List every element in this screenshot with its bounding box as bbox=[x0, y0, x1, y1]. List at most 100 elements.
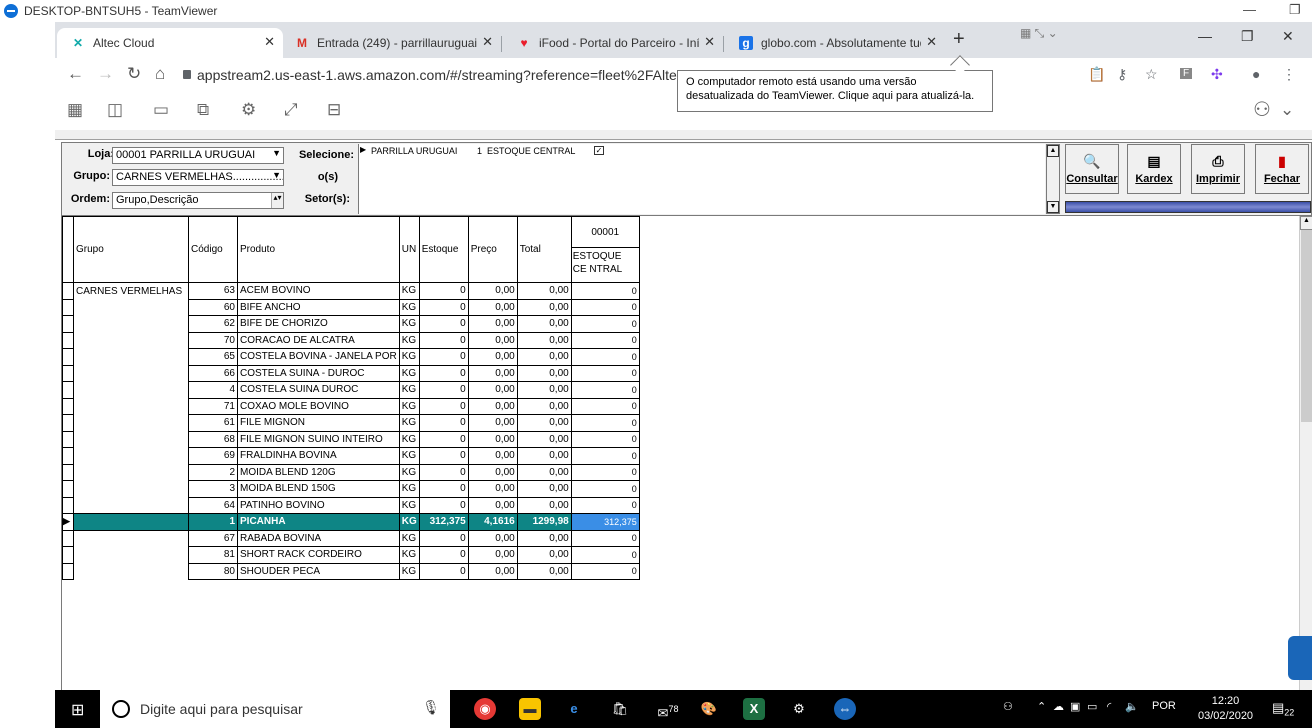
scroll-thumb[interactable] bbox=[1301, 230, 1312, 422]
tab-altec[interactable]: ✕ Altec Cloud ✕ bbox=[57, 28, 283, 58]
teamviewer-taskbar-icon[interactable]: ⇔ bbox=[834, 698, 856, 720]
table-row[interactable]: 4 COSTELA SUINA DUROC KG 0 0,00 0,00 0 bbox=[62, 381, 640, 399]
display-icon[interactable]: ⊟ bbox=[327, 100, 341, 120]
loja-select[interactable]: 00001 PARRILLA URUGUAI ▼ bbox=[112, 147, 284, 164]
row-indicator[interactable] bbox=[62, 480, 74, 498]
table-row[interactable]: 80 SHOUDER PECA KG 0 0,00 0,00 0 bbox=[62, 562, 640, 580]
extension-f-icon[interactable]: F bbox=[1180, 68, 1193, 79]
back-icon[interactable]: ← bbox=[67, 64, 84, 84]
excel-icon[interactable]: X bbox=[743, 698, 765, 720]
close-tab-icon[interactable]: ✕ bbox=[704, 34, 715, 50]
row-indicator[interactable] bbox=[62, 529, 74, 547]
forward-icon[interactable]: → bbox=[97, 64, 114, 84]
table-row[interactable]: 69 FRALDINHA BOVINA KG 0 0,00 0,00 0 bbox=[62, 447, 640, 465]
table-row[interactable]: 60 BIFE ANCHO KG 0 0,00 0,00 0 bbox=[62, 298, 640, 316]
row-indicator[interactable] bbox=[62, 414, 74, 432]
ordem-select[interactable]: Grupo,Descrição ▴▾ bbox=[112, 192, 284, 209]
fechar-button[interactable]: ▮ Fechar bbox=[1255, 144, 1309, 194]
teamviewer-panel-icon[interactable]: ▦ ⤡ ⌄ bbox=[1020, 26, 1058, 41]
row-indicator[interactable] bbox=[62, 331, 74, 349]
close-tab-icon[interactable]: ✕ bbox=[482, 34, 493, 50]
row-indicator[interactable] bbox=[62, 447, 74, 465]
minimize-icon[interactable]: — bbox=[1243, 2, 1256, 17]
windows-start-icon[interactable]: ⊞ bbox=[71, 700, 84, 720]
clipboard-icon[interactable]: 📋 bbox=[1088, 66, 1105, 83]
star-icon[interactable]: ☆ bbox=[1145, 66, 1158, 83]
restore-icon[interactable]: ❐ bbox=[1289, 2, 1301, 18]
antivirus-icon[interactable]: ▣ bbox=[1070, 700, 1080, 713]
profile-icon[interactable]: ● bbox=[1252, 66, 1260, 82]
volume-icon[interactable]: 🔈 bbox=[1125, 700, 1139, 713]
grupo-select[interactable]: CARNES VERMELHAS................... ▼ bbox=[112, 169, 284, 186]
extension-icon[interactable]: ✣ bbox=[1211, 66, 1223, 83]
store-icon[interactable]: 🛍 bbox=[609, 698, 631, 720]
table-row[interactable]: CARNES VERMELHAS 63 ACEM BOVINO KG 0 0,00 0,00… bbox=[62, 282, 640, 300]
windows-icon[interactable]: ◫ bbox=[107, 100, 123, 120]
table-row[interactable]: 3 MOIDA BLEND 150G KG 0 0,00 0,00 0 bbox=[62, 480, 640, 498]
fullscreen-icon[interactable]: ⤢ bbox=[284, 100, 298, 120]
reload-icon[interactable]: ↻ bbox=[127, 64, 141, 84]
taskbar-search[interactable]: Digite aqui para pesquisar 🎙 bbox=[100, 690, 450, 728]
row-indicator[interactable] bbox=[62, 496, 74, 514]
table-row[interactable]: 61 FILE MIGNON KG 0 0,00 0,00 0 bbox=[62, 414, 640, 432]
row-indicator[interactable] bbox=[62, 348, 74, 366]
mail-icon[interactable]: ✉78 bbox=[653, 698, 683, 720]
clipboard-copy-icon[interactable]: ⧉ bbox=[197, 100, 209, 120]
table-row[interactable]: 2 MOIDA BLEND 120G KG 0 0,00 0,00 0 bbox=[62, 463, 640, 481]
table-row[interactable]: 70 CORACAO DE ALCATRA KG 0 0,00 0,00 0 bbox=[62, 331, 640, 349]
file-explorer-icon[interactable]: ▬ bbox=[519, 698, 541, 720]
scroll-up-icon[interactable]: ▲ bbox=[1300, 216, 1312, 230]
close-icon[interactable]: ✕ bbox=[1282, 28, 1294, 45]
table-row[interactable]: 66 COSTELA SUINA - DUROC KG 0 0,00 0,00 0 bbox=[62, 364, 640, 382]
consultar-button[interactable]: 🔍 Consultar bbox=[1065, 144, 1119, 194]
table-row[interactable]: 67 RABADA BOVINA KG 0 0,00 0,00 0 bbox=[62, 529, 640, 547]
table-row[interactable]: 62 BIFE DE CHORIZO KG 0 0,00 0,00 0 bbox=[62, 315, 640, 333]
selection-scrollbar[interactable]: ▲ ▼ bbox=[1046, 144, 1060, 214]
row-pointer-icon[interactable]: ▶ bbox=[62, 513, 74, 531]
row-indicator[interactable] bbox=[62, 397, 74, 415]
spinner-icon[interactable]: ▴▾ bbox=[271, 193, 283, 208]
teamviewer-side-panel-icon[interactable] bbox=[1288, 636, 1312, 680]
row-indicator[interactable] bbox=[62, 546, 74, 564]
tab-globo[interactable]: g globo.com - Absolutamente tudo ✕ bbox=[725, 28, 945, 58]
sector-selection-list[interactable]: ▶ PARRILLA URUGUAI 1 ESTOQUE CENTRAL ✓ bbox=[358, 144, 1045, 214]
task-view-icon[interactable]: ⧉ bbox=[427, 698, 449, 720]
restore-icon[interactable]: ❐ bbox=[1241, 28, 1254, 45]
table-row[interactable]: 71 COXAO MOLE BOVINO KG 0 0,00 0,00 0 bbox=[62, 397, 640, 415]
row-indicator[interactable] bbox=[62, 315, 74, 333]
row-indicator[interactable] bbox=[62, 298, 74, 316]
onedrive-icon[interactable]: ☁ bbox=[1053, 700, 1064, 713]
row-indicator[interactable] bbox=[62, 364, 74, 382]
scroll-down-icon[interactable]: ▼ bbox=[1047, 201, 1059, 213]
row-indicator[interactable] bbox=[62, 282, 74, 300]
settings-icon[interactable]: ⚙ bbox=[241, 100, 256, 120]
wifi-icon[interactable]: ◜ bbox=[1107, 700, 1111, 713]
sector-checkbox[interactable]: ✓ bbox=[594, 146, 604, 155]
new-tab-icon[interactable]: + bbox=[953, 28, 965, 51]
table-row[interactable]: ▶ 1 PICANHA KG 312,375 4,1616 1299,98 312,375 bbox=[62, 513, 640, 531]
tray-arrow-icon[interactable]: ⌃ bbox=[1037, 700, 1046, 713]
grid-icon[interactable]: ▦ bbox=[67, 100, 83, 120]
menu-icon[interactable]: ⋮ bbox=[1282, 66, 1296, 83]
scroll-up-icon[interactable]: ▲ bbox=[1047, 145, 1059, 157]
url-field[interactable]: appstream2.us-east-1.aws.amazon.com/#/st… bbox=[197, 67, 703, 83]
chevron-down-icon[interactable]: ⌄ bbox=[1280, 100, 1294, 120]
notifications-icon[interactable]: ▤22 bbox=[1272, 700, 1294, 718]
user-icon[interactable]: ⚇ bbox=[1253, 97, 1271, 122]
people-icon[interactable]: ⚇ bbox=[1003, 700, 1013, 713]
battery-icon[interactable]: ▭ bbox=[1087, 700, 1097, 713]
key-icon[interactable]: ⚷ bbox=[1117, 66, 1127, 83]
table-row[interactable]: 65 COSTELA BOVINA - JANELA POR KG 0 0,00 0,00… bbox=[62, 348, 640, 366]
tab-gmail[interactable]: M Entrada (249) - parrillauruguai@g ✕ bbox=[281, 28, 501, 58]
table-row[interactable]: 68 FILE MIGNON SUINO INTEIRO KG 0 0,00 0,00 0 bbox=[62, 430, 640, 448]
kardex-button[interactable]: ▤ Kardex bbox=[1127, 144, 1181, 194]
imprimir-button[interactable]: ⎙ Imprimir bbox=[1191, 144, 1245, 194]
edge-icon[interactable]: e bbox=[563, 698, 585, 720]
table-row[interactable]: 81 SHORT RACK CORDEIRO KG 0 0,00 0,00 0 bbox=[62, 546, 640, 564]
row-indicator[interactable] bbox=[62, 562, 74, 580]
clock[interactable]: 12:20 03/02/2020 bbox=[1198, 694, 1253, 724]
teamviewer-update-tip[interactable]: O computador remoto está usando uma vers… bbox=[677, 70, 993, 112]
language-indicator[interactable]: POR bbox=[1152, 700, 1176, 712]
minimize-icon[interactable]: — bbox=[1198, 28, 1212, 44]
folder-icon[interactable]: ▭ bbox=[153, 100, 169, 120]
